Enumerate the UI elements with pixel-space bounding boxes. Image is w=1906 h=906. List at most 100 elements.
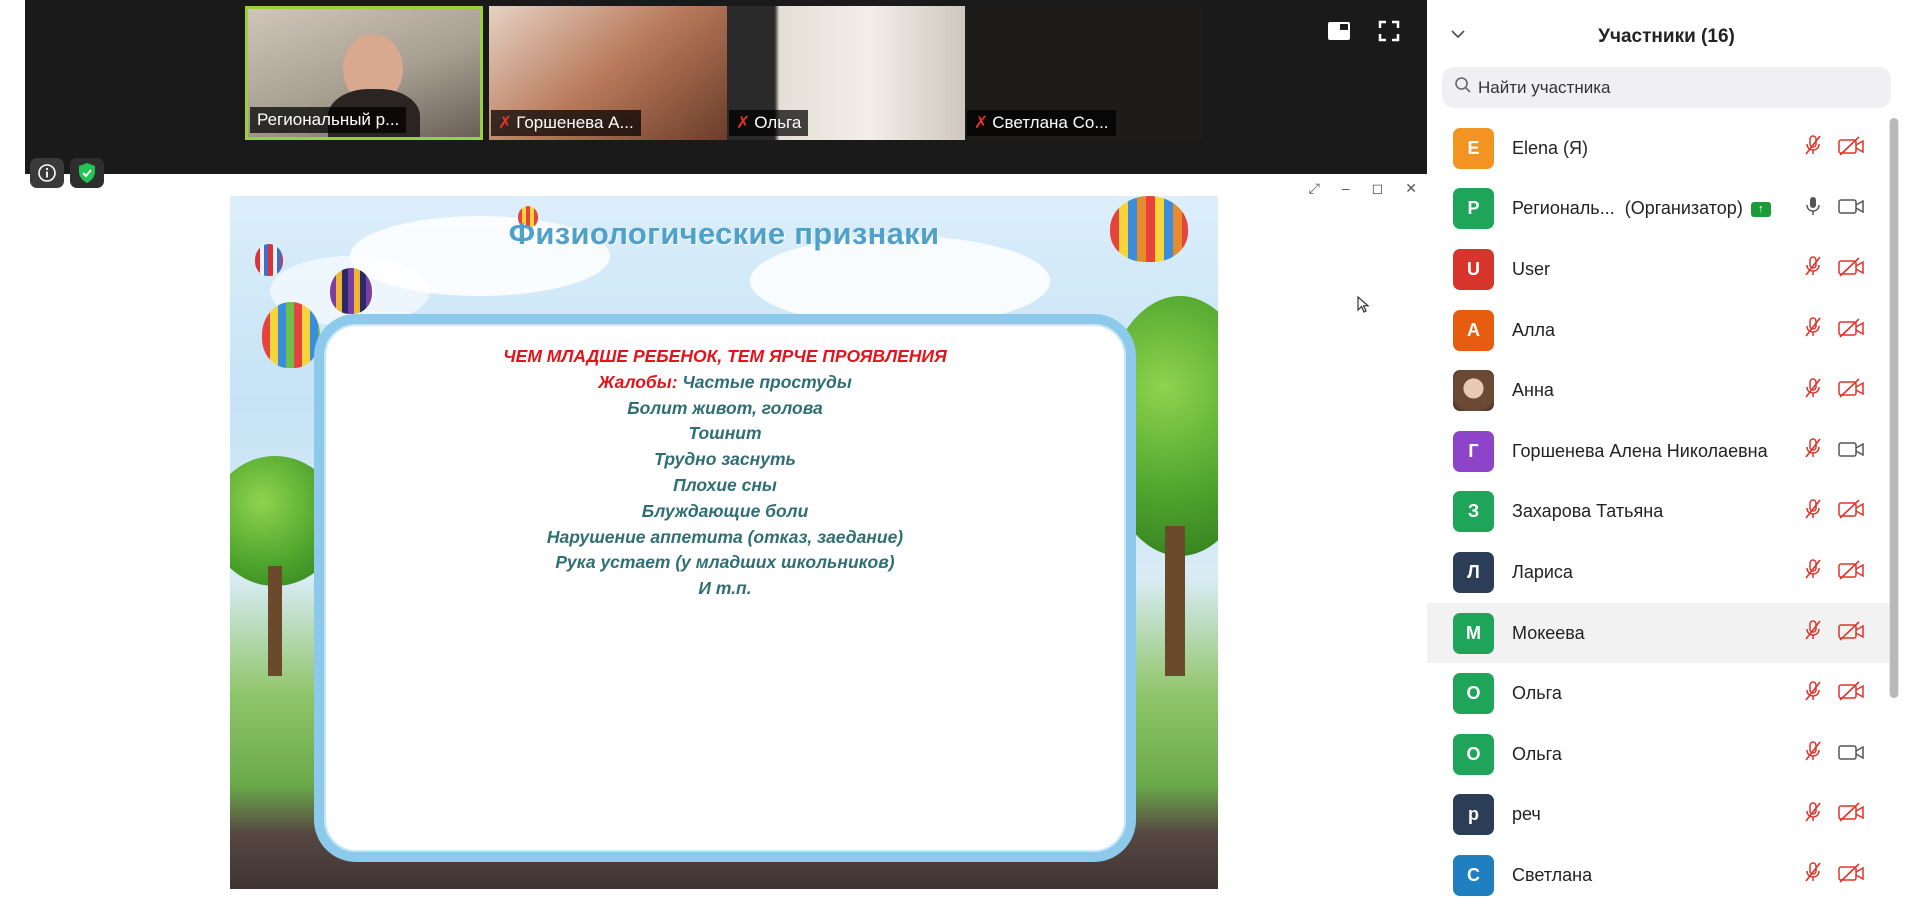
slide-line: Тошнит [688, 423, 762, 444]
video-tile-name: ✗ Светлана Со... [967, 110, 1116, 136]
camera-off-icon[interactable] [1837, 560, 1865, 585]
restore-icon[interactable]: ◻ [1372, 180, 1384, 197]
video-tile-participant[interactable]: ✗ Горшенева А... [489, 6, 727, 140]
video-thumbnail-strip: Региональный р... ✗ Горшенева А... ✗ Оль… [25, 0, 1427, 174]
microphone-muted-icon[interactable] [1802, 861, 1824, 889]
camera-icon[interactable] [1837, 196, 1865, 221]
participant-name: Алла [1512, 320, 1555, 341]
microphone-muted-icon[interactable] [1802, 558, 1824, 586]
shared-screen-slide: Физиологические признаки ЧЕМ МЛАДШЕ РЕБЕ… [230, 196, 1218, 889]
video-tile-participant[interactable]: ✗ Светлана Со... [965, 6, 1203, 140]
participants-header: Участники (16) [1427, 18, 1906, 58]
microphone-muted-icon[interactable] [1802, 437, 1824, 465]
camera-icon[interactable] [1837, 742, 1865, 767]
participant-row[interactable]: р реч [1427, 785, 1889, 846]
video-tile-name-text: Региональный р... [257, 110, 400, 129]
microphone-muted-icon[interactable] [1802, 316, 1824, 344]
participant-name-text: Анна [1512, 380, 1554, 401]
resize-icon[interactable]: ⤢ [1309, 180, 1320, 197]
meeting-info-button[interactable] [30, 158, 64, 188]
security-button[interactable] [70, 158, 104, 188]
participant-name-text: Ольга [1512, 683, 1562, 704]
participant-name: реч [1512, 804, 1541, 825]
video-tile-participant[interactable]: ✗ Ольга [727, 6, 965, 140]
microphone-muted-icon[interactable] [1802, 801, 1824, 829]
slide-line: Рука устает (у младших школьников) [555, 552, 895, 573]
shared-screen-window-controls: ⤢ – ◻ ✕ [1309, 180, 1417, 197]
search-icon [1454, 76, 1472, 99]
microphone-muted-icon[interactable] [1802, 680, 1824, 708]
camera-off-icon[interactable] [1837, 802, 1865, 827]
camera-icon[interactable] [1837, 439, 1865, 464]
mic-muted-icon: ✗ [736, 113, 751, 132]
close-icon[interactable]: ✕ [1405, 180, 1417, 197]
mic-muted-icon: ✗ [498, 113, 513, 132]
layout-toggle-button[interactable] [1325, 18, 1353, 44]
slide-line: И т.п. [698, 578, 752, 599]
shield-check-icon [79, 163, 95, 183]
participants-scrollbar[interactable] [1889, 118, 1899, 698]
minimize-icon[interactable]: – [1342, 180, 1350, 197]
participant-name-text: Светлана [1512, 864, 1593, 885]
tree-trunk-decoration [268, 566, 282, 676]
participant-role: (Организатор) [1624, 198, 1743, 219]
participant-row[interactable]: А Алла [1427, 300, 1889, 361]
participant-name: Лариса [1512, 562, 1573, 583]
camera-off-icon[interactable] [1837, 681, 1865, 706]
participants-panel: Участники (16) E Elena (Я) Р Региональ... (О… [1427, 0, 1906, 896]
microphone-muted-icon[interactable] [1802, 134, 1824, 162]
camera-off-icon[interactable] [1837, 499, 1865, 524]
microphone-muted-icon[interactable] [1802, 255, 1824, 283]
participant-name: Мокеева [1512, 623, 1585, 644]
participant-name-text: User [1512, 258, 1551, 279]
participant-avatar: Р [1453, 188, 1494, 230]
fullscreen-button[interactable] [1375, 18, 1403, 44]
microphone-muted-icon[interactable] [1802, 498, 1824, 526]
participant-search[interactable] [1442, 67, 1891, 108]
camera-off-icon[interactable] [1837, 257, 1865, 282]
microphone-icon[interactable] [1802, 195, 1824, 223]
camera-off-icon[interactable] [1837, 620, 1865, 646]
microphone-muted-icon[interactable] [1802, 740, 1824, 768]
participant-row[interactable]: Анна [1427, 360, 1889, 421]
participant-row[interactable]: E Elena (Я) [1427, 118, 1889, 179]
participant-avatar: С [1453, 854, 1494, 896]
participant-row[interactable]: О Ольга [1427, 724, 1889, 785]
camera-off-icon[interactable] [1837, 863, 1865, 888]
participant-avatar [1453, 370, 1494, 412]
participant-row[interactable]: Л Лариса [1427, 542, 1889, 603]
mic-muted-icon: ✗ [974, 113, 989, 132]
participant-avatar: р [1453, 794, 1494, 836]
microphone-muted-icon[interactable] [1802, 377, 1824, 405]
participant-row[interactable]: U User [1427, 239, 1889, 300]
participant-avatar: О [1453, 733, 1494, 775]
search-input[interactable] [1478, 77, 1878, 98]
camera-off-icon[interactable] [1837, 317, 1865, 343]
participant-row[interactable]: Г Горшенева Алена Николаевна [1427, 421, 1889, 482]
participant-avatar: А [1453, 309, 1494, 351]
slide-line: Трудно заснуть [654, 449, 796, 470]
participant-row[interactable]: Р Региональ... (Организатор) ↑ [1427, 179, 1889, 240]
participant-name-text: Алла [1512, 319, 1556, 340]
participant-row[interactable]: С Светлана [1427, 845, 1889, 906]
slide-line: Плохие сны [673, 474, 777, 495]
participant-name: Светлана [1512, 865, 1592, 886]
layout-icon [1328, 22, 1350, 40]
scrollbar-thumb[interactable] [1890, 118, 1898, 698]
camera-off-icon[interactable] [1837, 136, 1865, 161]
slide-line: Нарушение аппетита (отказ, заедание) [546, 526, 904, 547]
video-tile-organizer[interactable]: Региональный р... [245, 6, 483, 140]
camera-off-icon[interactable] [1837, 378, 1865, 403]
participant-row[interactable]: З Захарова Татьяна [1427, 482, 1889, 543]
mouse-cursor-icon [1357, 295, 1371, 319]
participant-row[interactable]: О Ольга [1427, 663, 1889, 724]
participant-name-text: Elena (Я) [1512, 137, 1589, 158]
meeting-content-area: Региональный р... ✗ Горшенева А... ✗ Оль… [25, 0, 1427, 889]
microphone-muted-icon[interactable] [1802, 619, 1824, 647]
video-tile-name: ✗ Горшенева А... [491, 110, 641, 136]
participant-avatar: U [1453, 248, 1494, 290]
participant-name: Ольга [1512, 683, 1562, 704]
participant-row[interactable]: М Мокеева [1427, 602, 1889, 664]
video-tile-name-text: Горшенева А... [516, 113, 634, 132]
participant-name-text: Лариса [1512, 561, 1573, 582]
